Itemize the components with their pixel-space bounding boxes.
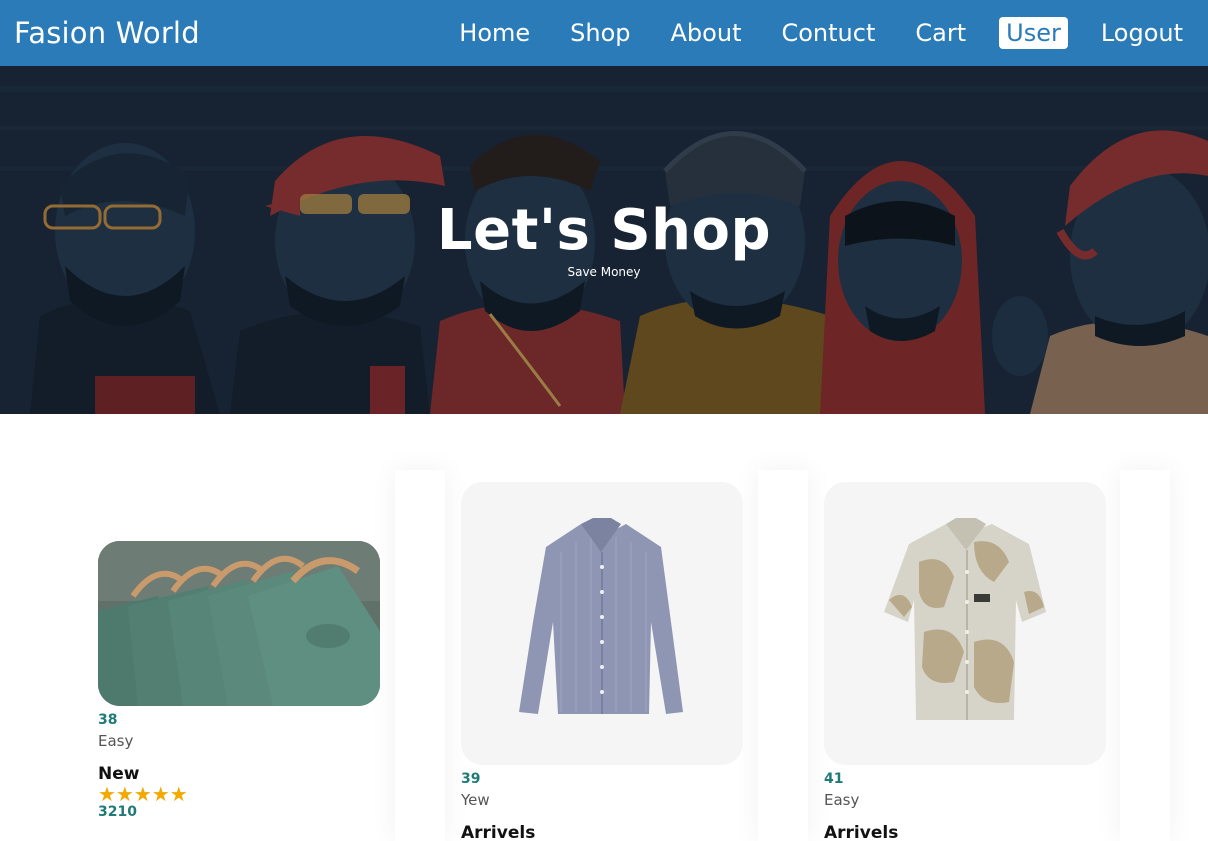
- product-image[interactable]: [98, 541, 380, 706]
- nav-contuct[interactable]: Contuct: [774, 17, 882, 49]
- nav-logout[interactable]: Logout: [1094, 17, 1190, 49]
- checked-shirt-image: [461, 482, 743, 765]
- nav-cart[interactable]: Cart: [908, 17, 973, 49]
- product-card[interactable]: 39 Yew Arrivels: [461, 482, 743, 841]
- nav-menu: Home Shop About Contuct Cart User Logout: [426, 17, 1190, 49]
- product-price: 39: [461, 771, 481, 787]
- product-name[interactable]: Arrivels: [824, 823, 1106, 841]
- product-image[interactable]: [461, 482, 743, 765]
- product-name[interactable]: Arrivels: [461, 823, 743, 841]
- card-shadow: [1120, 470, 1170, 841]
- product-description: Easy: [98, 732, 134, 750]
- nav-shop[interactable]: Shop: [563, 17, 637, 49]
- hero-banner: Let's Shop Save Money: [0, 66, 1208, 414]
- product-price: 41: [824, 771, 844, 787]
- navbar: Fasion World Home Shop About Contuct Car…: [0, 0, 1208, 66]
- product-name[interactable]: New: [98, 764, 380, 784]
- product-card[interactable]: 38 Easy New ★★★★★ 3210: [98, 541, 380, 820]
- product-card[interactable]: 41 Easy Arrivels: [824, 482, 1106, 841]
- product-image[interactable]: [824, 482, 1106, 765]
- tshirts-on-hangers-image: [98, 541, 380, 706]
- product-description: Easy: [824, 791, 860, 809]
- rating-stars: ★★★★★: [98, 782, 188, 806]
- brand-logo[interactable]: Fasion World: [14, 16, 200, 50]
- rating-count: 3210: [98, 804, 137, 820]
- card-shadow: [758, 470, 808, 841]
- hero-subtitle: Save Money: [567, 265, 641, 279]
- hero-title: Let's Shop: [436, 198, 772, 263]
- printed-shirt-image: [824, 482, 1106, 765]
- nav-home[interactable]: Home: [452, 17, 537, 49]
- card-shadow: [395, 470, 445, 841]
- product-price: 38: [98, 712, 118, 728]
- nav-about[interactable]: About: [664, 17, 749, 49]
- nav-user[interactable]: User: [999, 17, 1068, 49]
- product-description: Yew: [461, 791, 490, 809]
